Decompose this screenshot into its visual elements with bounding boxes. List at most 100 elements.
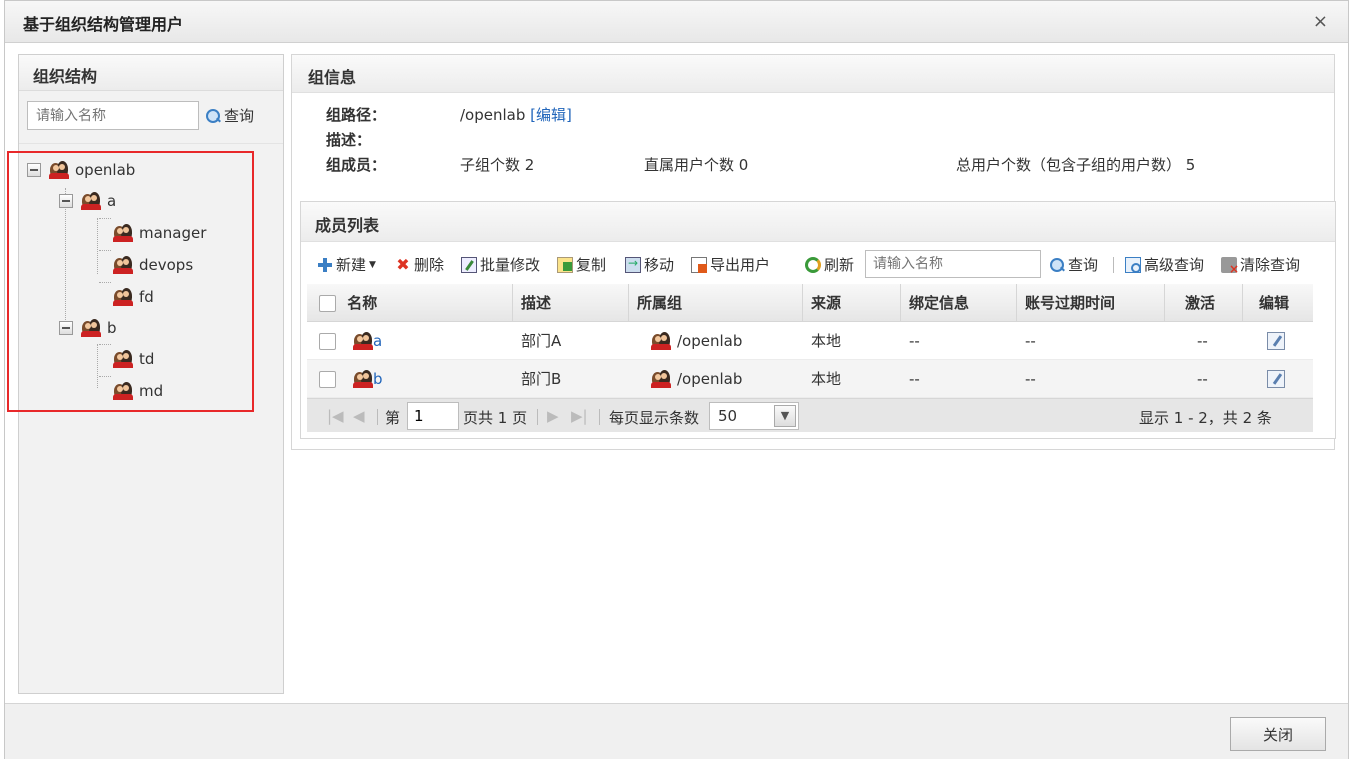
- tree-guide-line: [99, 376, 111, 377]
- column-header-desc[interactable]: 描述: [513, 284, 629, 322]
- group-icon: [113, 350, 133, 368]
- tree-node-label: td: [139, 350, 155, 368]
- cell-expire: --: [1025, 370, 1036, 388]
- collapse-icon[interactable]: [59, 321, 73, 335]
- plus-icon: [317, 257, 333, 273]
- clear-search-button[interactable]: 清除查询: [1221, 254, 1300, 276]
- cell-desc: 部门B: [521, 370, 562, 388]
- tree-node-manager[interactable]: manager: [113, 221, 206, 245]
- close-button[interactable]: 关闭: [1230, 717, 1326, 751]
- table-row[interactable]: a 部门A /openlab 本地 -- -- --: [307, 322, 1313, 360]
- group-icon: [113, 224, 133, 242]
- org-search-input[interactable]: [27, 101, 199, 130]
- tree-node-devops[interactable]: devops: [113, 253, 193, 277]
- next-page-icon[interactable]: ▶: [547, 407, 559, 425]
- cell-desc: 部门A: [521, 332, 562, 350]
- column-header-edit[interactable]: 编辑: [1243, 284, 1313, 322]
- member-search-button[interactable]: 查询: [1049, 254, 1098, 275]
- new-button-label: 新建: [336, 256, 367, 274]
- per-page-label: 每页显示条数: [609, 409, 700, 427]
- member-name-link[interactable]: a: [373, 322, 382, 360]
- move-icon: [625, 256, 641, 273]
- cell-name: a: [345, 322, 382, 360]
- tree-node-md[interactable]: md: [113, 379, 163, 403]
- table-header: 名称 描述 所属组 来源 绑定信息 账号过期时间 激活 编辑: [307, 284, 1313, 322]
- group-icon: [353, 370, 373, 388]
- export-icon: [691, 256, 707, 273]
- tree-node-fd[interactable]: fd: [113, 285, 154, 309]
- copy-icon: [557, 256, 573, 273]
- members-list-header: 成员列表: [301, 202, 1335, 242]
- first-page-icon[interactable]: |◀: [327, 407, 344, 425]
- member-search-button-label: 查询: [1068, 256, 1099, 274]
- row-checkbox[interactable]: [319, 333, 336, 350]
- tree-guide-line: [99, 344, 111, 345]
- table-row[interactable]: b 部门B /openlab 本地 -- -- --: [307, 360, 1313, 398]
- group-icon: [651, 370, 671, 388]
- close-icon[interactable]: ×: [1313, 11, 1328, 32]
- clear-search-icon: [1221, 256, 1239, 276]
- tree-node-label: md: [139, 382, 164, 400]
- prev-page-icon[interactable]: ◀: [353, 407, 365, 425]
- members-list-panel: 成员列表 新建 ▼ ✖ 删除 批量修改 复制 → 移动 导出用户 刷新 请输入名…: [300, 201, 1336, 439]
- org-tree-panel: 组织结构 查询 openlab: [18, 54, 284, 694]
- tree-guide-line: [99, 218, 111, 219]
- edit-row-icon[interactable]: [1267, 332, 1285, 350]
- edit-row-icon[interactable]: [1267, 370, 1285, 388]
- refresh-button[interactable]: 刷新: [805, 254, 854, 275]
- export-users-button[interactable]: 导出用户: [691, 254, 770, 275]
- refresh-button-label: 刷新: [824, 256, 855, 274]
- group-icon: [651, 332, 671, 350]
- copy-button[interactable]: 复制: [557, 254, 606, 275]
- tree-node-openlab[interactable]: openlab: [27, 158, 135, 182]
- advanced-search-icon: [1125, 256, 1141, 273]
- tree-node-b[interactable]: b: [59, 316, 117, 340]
- org-tree-title: 组织结构: [33, 67, 98, 86]
- column-header-active[interactable]: 激活: [1165, 284, 1243, 322]
- group-icon: [81, 192, 101, 210]
- cell-group-label: /openlab: [677, 370, 743, 388]
- move-button[interactable]: 移动: [625, 254, 674, 275]
- edit-path-link[interactable]: [编辑]: [530, 106, 572, 124]
- tree-node-td[interactable]: td: [113, 347, 154, 371]
- per-page-select[interactable]: 50 ▼: [709, 402, 799, 430]
- advanced-search-button[interactable]: 高级查询: [1125, 254, 1204, 275]
- column-header-name[interactable]: 名称: [307, 284, 513, 322]
- row-checkbox-cell: [307, 360, 336, 398]
- group-icon: [113, 382, 133, 400]
- column-header-expire[interactable]: 账号过期时间: [1017, 284, 1165, 322]
- pager-divider: [537, 409, 538, 425]
- cell-source: 本地: [811, 332, 842, 350]
- toolbar-divider: [1113, 257, 1114, 273]
- column-header-bind[interactable]: 绑定信息: [901, 284, 1017, 322]
- delete-button[interactable]: ✖ 删除: [395, 254, 444, 275]
- new-button[interactable]: 新建 ▼: [317, 254, 376, 275]
- refresh-icon: [805, 256, 821, 273]
- org-search-button[interactable]: 查询: [205, 105, 254, 126]
- group-icon: [353, 332, 373, 350]
- edit-icon: [461, 256, 477, 273]
- collapse-icon[interactable]: [59, 194, 73, 208]
- collapse-icon[interactable]: [27, 163, 41, 177]
- tree-node-a[interactable]: a: [59, 189, 116, 213]
- column-header-group[interactable]: 所属组: [629, 284, 803, 322]
- group-icon: [113, 256, 133, 274]
- column-header-source[interactable]: 来源: [803, 284, 901, 322]
- cell-group: /openlab: [643, 322, 742, 360]
- member-name-link[interactable]: b: [373, 360, 383, 398]
- page-number-input[interactable]: [407, 402, 459, 430]
- select-all-checkbox[interactable]: [319, 295, 336, 312]
- last-page-icon[interactable]: ▶|: [571, 407, 588, 425]
- cell-active: --: [1197, 370, 1208, 388]
- pager-divider: [599, 409, 600, 425]
- group-desc-label: 描述：: [326, 131, 372, 149]
- subgroup-count: 子组个数 2: [460, 156, 535, 174]
- delete-icon: ✖: [396, 254, 410, 274]
- group-members-row: 组成员：: [326, 154, 386, 175]
- cell-active: --: [1197, 332, 1208, 350]
- move-button-label: 移动: [644, 256, 675, 274]
- batch-edit-button[interactable]: 批量修改: [461, 254, 540, 275]
- group-members-label: 组成员：: [326, 156, 387, 174]
- member-search-input[interactable]: [865, 250, 1041, 278]
- row-checkbox[interactable]: [319, 371, 336, 388]
